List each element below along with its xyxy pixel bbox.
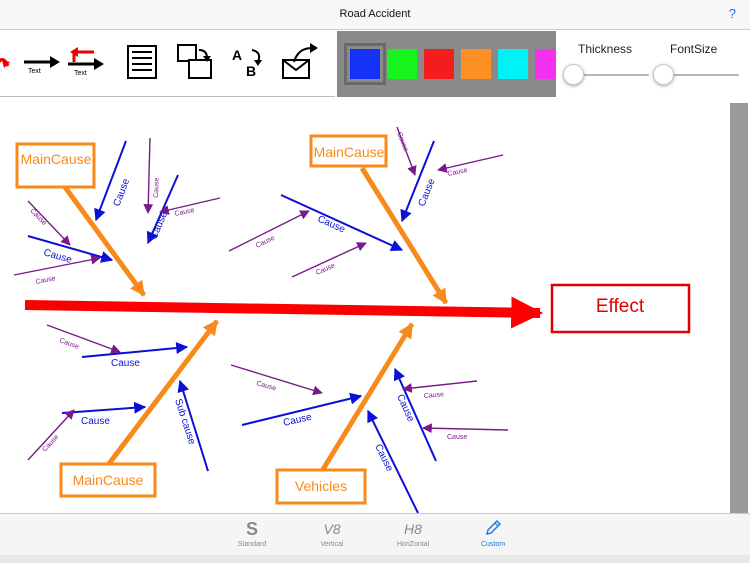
cause-label: Cause — [81, 416, 110, 427]
spell-check-icon[interactable]: AB — [228, 42, 268, 82]
text-arrow-tool-icon[interactable]: Text — [22, 42, 62, 82]
cause-arrow[interactable] — [367, 409, 419, 514]
sub-cause-text: Cause — [395, 131, 409, 152]
tool-strip: Text Text AB — [0, 30, 335, 97]
color-swatch-green[interactable] — [387, 49, 417, 79]
title-bar: Road Accident ? — [0, 0, 750, 30]
effect-label: Effect — [596, 296, 645, 317]
fishbone-diagram: Effect MainCause MainCause MainCause Veh… — [13, 126, 691, 514]
color-palette — [337, 31, 556, 97]
main-bone-3[interactable] — [106, 319, 219, 467]
vertical-icon: V8 — [323, 521, 340, 537]
cause-arrow[interactable] — [393, 367, 437, 462]
export-icon[interactable] — [280, 42, 320, 82]
diagram-canvas[interactable]: Effect MainCause MainCause MainCause Veh… — [0, 103, 730, 514]
bottom-strip — [0, 555, 750, 563]
cause-label: Cause — [149, 210, 171, 241]
color-swatch-cyan[interactable] — [498, 49, 528, 79]
text-return-arrow-tool-label: Text — [74, 70, 87, 77]
sub-arrow[interactable] — [143, 137, 154, 214]
spell-tool-b: B — [246, 63, 256, 79]
sub-cause-text: Cause — [29, 208, 48, 227]
sub-cause-text: Cause — [58, 337, 80, 351]
tab-label-horizontal: HoriZontal — [396, 541, 430, 548]
cause-label: Cause — [42, 247, 73, 266]
fontsize-label: FontSize — [670, 42, 718, 56]
sub-arrow[interactable] — [46, 324, 121, 354]
color-swatch-orange[interactable] — [461, 49, 491, 79]
cause-label: Cause — [112, 177, 133, 208]
sub-arrow[interactable] — [437, 154, 504, 173]
sub-arrow[interactable] — [230, 364, 323, 396]
slider-panel: Thickness FontSize — [557, 30, 750, 103]
horizontal-icon: H8 — [404, 521, 422, 537]
sub-cause-text: Cause — [424, 391, 445, 400]
vehicles-label: Vehicles — [295, 478, 347, 494]
cause-arrow[interactable] — [61, 401, 147, 414]
document-icon[interactable] — [122, 42, 162, 82]
sub-arrow[interactable] — [27, 409, 75, 461]
sub-cause-text: Cause — [41, 434, 60, 454]
sub-cause-text: Cause — [35, 275, 56, 286]
pencil-icon — [486, 520, 501, 535]
tab-label-custom: Custom — [480, 541, 506, 548]
help-button[interactable]: ? — [729, 6, 736, 21]
sub-arrow[interactable] — [228, 210, 310, 252]
color-swatch-magenta[interactable] — [535, 49, 556, 79]
thickness-slider-thumb[interactable] — [563, 64, 585, 85]
tab-horizontal[interactable]: H8 HoriZontal — [373, 518, 453, 554]
color-swatch-blue[interactable] — [344, 43, 386, 85]
tab-custom[interactable]: Custom — [453, 518, 533, 554]
main-cause-label-2: MainCause — [314, 144, 385, 160]
horizontal-glyph: H8 — [404, 521, 422, 537]
sub-arrow[interactable] — [291, 242, 367, 278]
sub-cause-text: Cause — [447, 434, 467, 441]
thickness-label: Thickness — [578, 42, 633, 56]
tab-bar: S Standard V8 Vertical H8 HoriZontal Cus… — [0, 513, 750, 555]
color-swatch-red[interactable] — [424, 49, 454, 79]
cause-arrow[interactable] — [81, 342, 189, 358]
window-title: Road Accident — [339, 8, 411, 20]
sub-cause-text: Cause — [153, 177, 161, 198]
cause-label: Cause — [111, 358, 140, 369]
text-return-arrow-tool-icon[interactable]: Text — [66, 42, 106, 82]
sub-cause-text: Cause — [447, 167, 468, 178]
standard-glyph: S — [246, 519, 258, 538]
tab-label-standard: Standard — [237, 541, 267, 548]
text-arrow-tool-label: Text — [28, 68, 41, 75]
tab-label-vertical: Vertical — [320, 541, 344, 548]
cause-label: Cause — [417, 177, 438, 208]
spine-arrow[interactable] — [24, 296, 544, 329]
sub-arrow[interactable] — [402, 380, 478, 393]
sub-cause-text: Cause — [255, 380, 276, 392]
spell-tool-a: A — [232, 47, 242, 63]
vertical-glyph: V8 — [323, 521, 340, 537]
fontsize-slider-thumb[interactable] — [653, 64, 675, 85]
main-cause-label-3: MainCause — [73, 472, 144, 488]
tab-standard[interactable]: S Standard — [212, 518, 292, 554]
main-cause-label-1: MainCause — [21, 151, 92, 167]
standard-icon: S — [246, 519, 258, 538]
tab-vertical[interactable]: V8 Vertical — [292, 518, 372, 554]
sub-arrow[interactable] — [422, 423, 509, 434]
vertical-scrollbar[interactable] — [730, 103, 748, 513]
resize-icon[interactable] — [175, 42, 215, 82]
